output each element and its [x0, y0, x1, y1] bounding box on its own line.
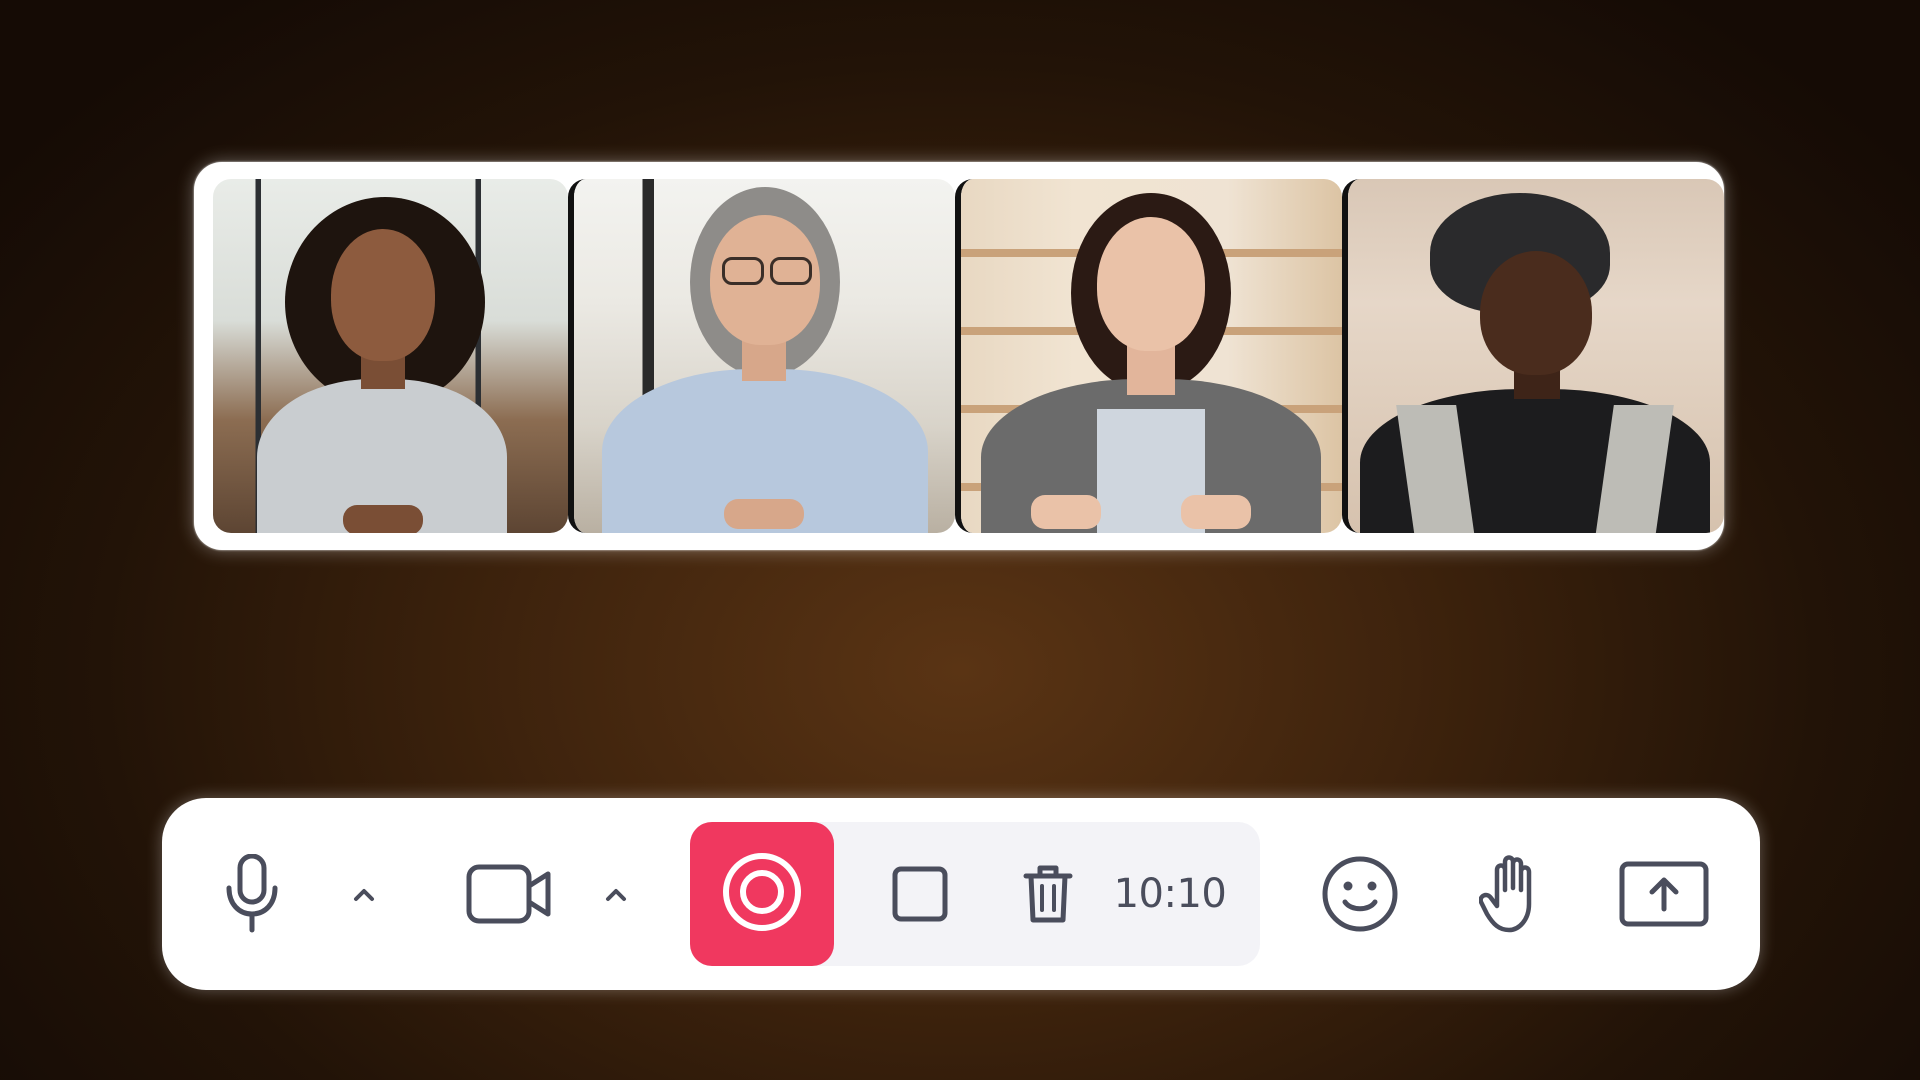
participant-video-tile[interactable] — [568, 179, 955, 533]
microphone-button[interactable] — [212, 854, 292, 934]
participant-video — [961, 179, 1342, 533]
raise-hand-button[interactable] — [1472, 850, 1552, 938]
chevron-up-icon — [352, 886, 376, 902]
stop-button[interactable] — [880, 854, 960, 934]
trash-icon — [1023, 864, 1073, 924]
microphone-options-button[interactable] — [344, 874, 384, 914]
video-camera-icon — [466, 864, 552, 924]
participant-strip — [194, 162, 1724, 550]
record-icon — [721, 851, 803, 938]
participant-face — [1097, 217, 1205, 351]
participant-video-tile[interactable] — [1342, 179, 1724, 533]
participant-face — [1480, 251, 1592, 375]
record-button[interactable] — [690, 822, 834, 966]
recording-controls: 10:10 — [690, 822, 1260, 966]
camera-button[interactable] — [464, 854, 554, 934]
smiley-icon — [1321, 855, 1399, 933]
recording-timer: 10:10 — [1113, 871, 1227, 917]
participant-video-tile[interactable] — [213, 179, 568, 533]
participant-video — [1348, 179, 1724, 533]
delete-button[interactable] — [1008, 854, 1088, 934]
participant-video — [574, 179, 955, 533]
share-screen-button[interactable] — [1616, 854, 1712, 934]
hand-icon — [1479, 854, 1545, 934]
participant-video — [213, 179, 568, 533]
stop-icon — [892, 866, 948, 922]
reactions-button[interactable] — [1320, 854, 1400, 934]
meeting-control-bar: 10:10 — [162, 798, 1760, 990]
participant-video-tile[interactable] — [955, 179, 1342, 533]
camera-options-button[interactable] — [596, 874, 636, 914]
participant-face — [331, 229, 435, 361]
share-screen-icon — [1619, 861, 1709, 927]
chevron-up-icon — [604, 886, 628, 902]
microphone-icon — [223, 854, 281, 934]
